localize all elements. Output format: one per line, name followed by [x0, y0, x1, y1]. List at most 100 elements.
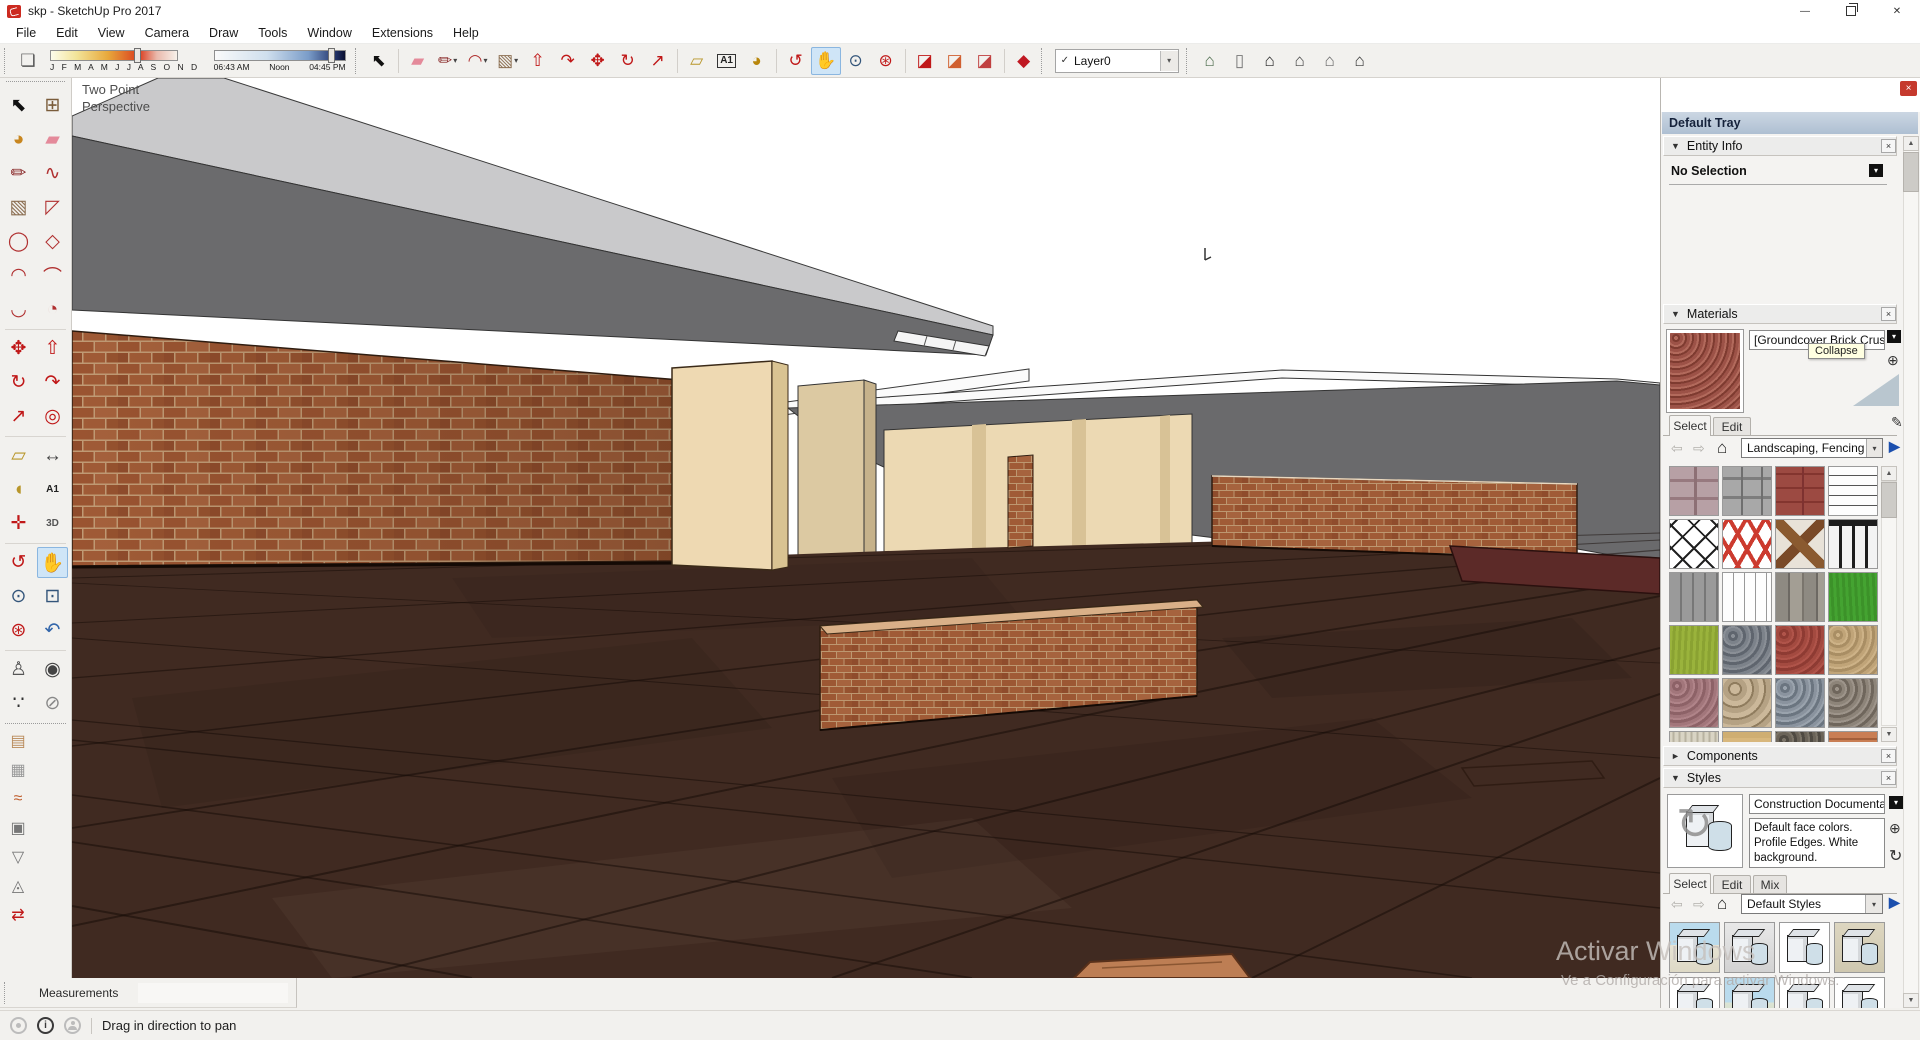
material-swatch-split-rail-cross[interactable] [1775, 519, 1825, 569]
menu-draw[interactable]: Draw [199, 23, 248, 43]
zoom-window-tool[interactable]: ⊡ [37, 581, 68, 612]
credits-info-icon[interactable]: i [37, 1017, 54, 1034]
tape-measure-tool[interactable]: ▱ [3, 440, 34, 471]
menu-window[interactable]: Window [297, 23, 361, 43]
paint-bucket-tool[interactable]: ◕ [3, 124, 34, 155]
restore-button[interactable] [1828, 0, 1874, 22]
move-tool[interactable]: ✥ [583, 47, 613, 75]
materials-header[interactable]: ▼ Materials [1663, 304, 1897, 324]
styles-tab-mix[interactable]: Mix [1753, 875, 1787, 894]
chevron-down-icon[interactable]: ▾ [1866, 439, 1882, 457]
chevron-down-icon[interactable]: ▾ [453, 56, 457, 65]
two-point-arc-tool[interactable]: ⌒ [37, 260, 68, 291]
measurements-value-box[interactable] [138, 983, 288, 1003]
push-pull-tool[interactable]: ⇧ [37, 333, 68, 364]
material-swatch-grass-green[interactable] [1828, 572, 1878, 622]
flip-edge-tool[interactable]: ⇄ [5, 902, 31, 928]
move-tool[interactable]: ✥ [3, 333, 34, 364]
layer-dropdown[interactable]: ✓Layer0▾ [1055, 49, 1179, 73]
arc-tool[interactable]: ◠ [3, 260, 34, 291]
offset-tool[interactable]: ◎ [37, 401, 68, 432]
zoom-extents-tool[interactable]: ⊛ [3, 615, 34, 646]
scale-tool[interactable]: ↗ [643, 47, 673, 75]
pan-tool[interactable]: ✋ [37, 547, 68, 578]
zoom-tool[interactable]: ⊙ [841, 47, 871, 75]
ruby-console[interactable]: ◆ [1009, 47, 1039, 75]
tray-scroll-thumb[interactable] [1903, 152, 1919, 192]
materials-tab-select[interactable]: Select [1669, 415, 1711, 436]
paint-bucket-tool[interactable]: ◕ [742, 47, 772, 75]
three-d-text-tool[interactable]: 3D [37, 508, 68, 539]
menu-edit[interactable]: Edit [46, 23, 88, 43]
home-icon[interactable]: ⌂ [1717, 894, 1727, 914]
materials-tab-edit[interactable]: Edit [1713, 417, 1751, 436]
home-icon[interactable]: ⌂ [1717, 438, 1727, 458]
material-swatch-pebbles-dark[interactable] [1775, 731, 1825, 742]
create-material-icon[interactable]: ⊕ [1887, 352, 1899, 369]
forward-arrow-icon[interactable]: ⇨ [1693, 440, 1705, 457]
eraser-tool[interactable]: ▰ [403, 47, 433, 75]
material-swatch-gravel-red[interactable] [1775, 625, 1825, 675]
material-swatch-sand[interactable] [1722, 731, 1772, 742]
style-preview-thumbnail[interactable]: ↻ [1667, 794, 1743, 868]
sample-paint-icon[interactable] [1853, 374, 1899, 406]
tape-measure-tool[interactable]: ▱ [682, 47, 712, 75]
toolbar-drag-handle[interactable] [1186, 48, 1191, 74]
tray-scroll-down-icon[interactable]: ▼ [1903, 993, 1919, 1008]
arcs-tool[interactable]: ◠▾ [463, 47, 493, 75]
material-swatch-safety-mesh-red[interactable] [1722, 519, 1772, 569]
select-tool[interactable]: ⬉ [3, 90, 34, 121]
section-plane-tool[interactable]: ◪ [910, 47, 940, 75]
get-models[interactable]: ⌂ [1195, 47, 1225, 75]
create-style-icon[interactable]: ⊕ [1889, 820, 1901, 837]
rectangle-tool[interactable]: ▧ [3, 192, 34, 223]
extension-warehouse[interactable]: ⌂ [1315, 47, 1345, 75]
menu-tools[interactable]: Tools [248, 23, 297, 43]
material-swatch-wood-fence-gray[interactable] [1669, 572, 1719, 622]
circle-tool[interactable]: ◯ [3, 226, 34, 257]
styles-toggle-icon[interactable]: ▾ [1889, 796, 1903, 809]
toolbar-drag-handle[interactable] [1041, 48, 1046, 74]
orbit-tool[interactable]: ↺ [3, 547, 34, 578]
line-tool[interactable]: ✏▾ [433, 47, 463, 75]
styles-tab-select[interactable]: Select [1669, 873, 1711, 894]
eraser-tool[interactable]: ▰ [37, 124, 68, 155]
toolbar-drag-handle[interactable] [355, 48, 360, 74]
make-component-tool[interactable]: ⊞ [37, 90, 68, 121]
back-arrow-icon[interactable]: ⇦ [1671, 440, 1683, 457]
styles-header[interactable]: ▼ Styles [1663, 768, 1897, 788]
menu-camera[interactable]: Camera [135, 23, 199, 43]
style-white-2[interactable] [1779, 977, 1830, 1008]
chevron-down-icon[interactable]: ▾ [484, 56, 488, 65]
materials-toggle-icon[interactable]: ▾ [1887, 330, 1901, 343]
toolbar-drag-handle[interactable] [4, 48, 9, 74]
three-point-arc-tool[interactable]: ◡ [3, 294, 34, 325]
display-section-planes[interactable]: ◪ [940, 47, 970, 75]
eyedropper-icon[interactable]: ✎ [1891, 414, 1903, 431]
material-swatch-pavers-pink[interactable] [1669, 466, 1719, 516]
sandbox-from-contours-tool[interactable]: ▤ [5, 728, 31, 754]
materials-collection-dropdown[interactable]: Landscaping, Fencing a ▾ [1741, 438, 1883, 458]
polygon-tool[interactable]: ◇ [37, 226, 68, 257]
chevron-down-icon[interactable]: ▾ [1865, 895, 1882, 913]
style-white[interactable] [1779, 922, 1830, 973]
details-arrow-icon[interactable]: ▶ [1889, 438, 1900, 455]
zoom-tool[interactable]: ⊙ [3, 581, 34, 612]
axes-tool[interactable]: ✛ [3, 508, 34, 539]
drape-tool[interactable]: ▽ [5, 844, 31, 870]
time-slider-handle[interactable] [328, 48, 335, 63]
entity-info-header[interactable]: ▼ Entity Info [1663, 136, 1897, 156]
menu-extensions[interactable]: Extensions [362, 23, 443, 43]
share-model[interactable]: ⌂ [1255, 47, 1285, 75]
shadow-date-slider[interactable]: J F M A M J J A S O N D [50, 50, 200, 72]
dimension-tool[interactable]: ↔ [37, 440, 68, 471]
close-button[interactable]: ✕ [1874, 0, 1920, 22]
smoove-tool[interactable]: ≈ [5, 786, 31, 812]
material-swatch-gravel-tan[interactable] [1828, 625, 1878, 675]
tray-scroll-up-icon[interactable]: ▲ [1903, 136, 1919, 151]
rotate-tool[interactable]: ↻ [613, 47, 643, 75]
back-arrow-icon[interactable]: ⇦ [1671, 896, 1683, 913]
tray-title[interactable]: Default Tray [1662, 112, 1918, 134]
follow-me-tool[interactable]: ↷ [553, 47, 583, 75]
sign-in-icon[interactable] [64, 1017, 81, 1034]
